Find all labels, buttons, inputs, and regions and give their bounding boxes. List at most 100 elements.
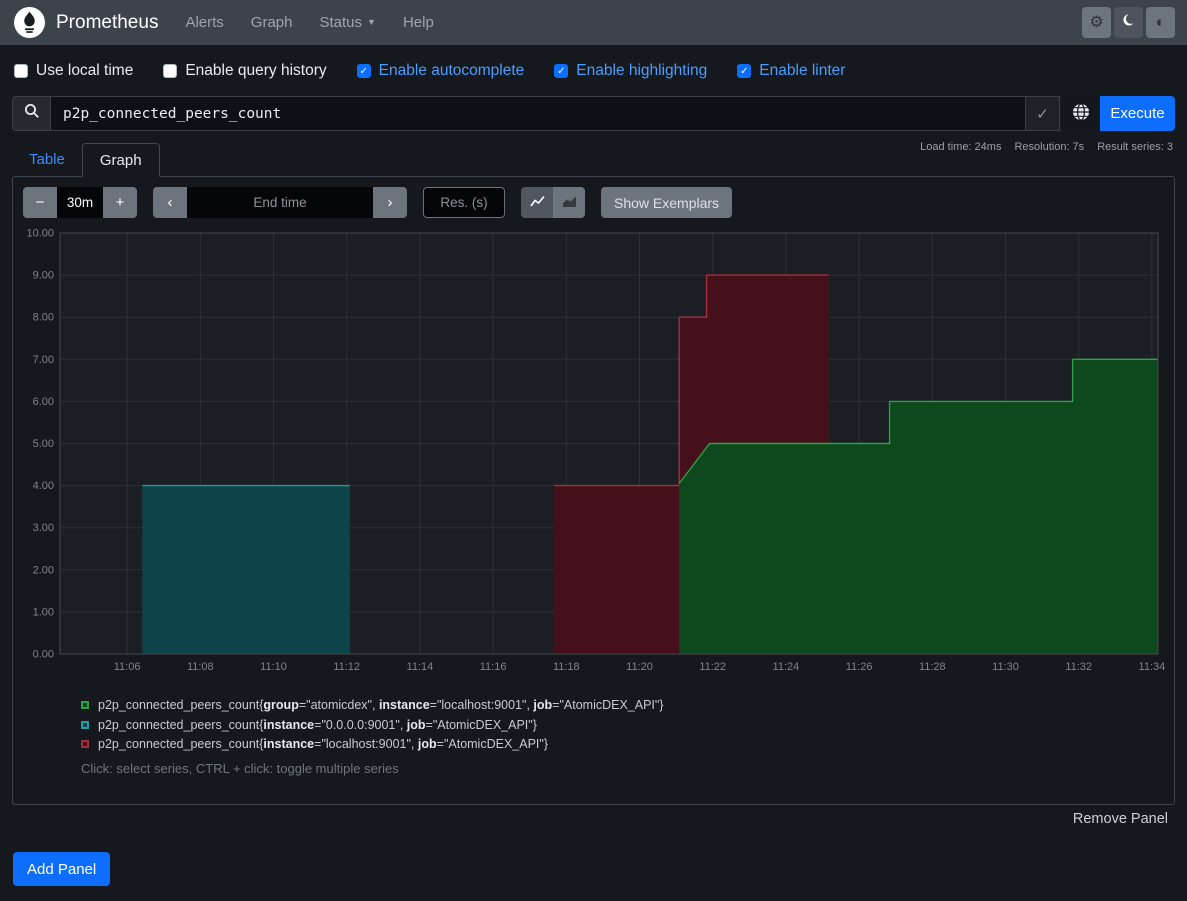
svg-text:11:10: 11:10 (260, 661, 287, 673)
contrast-icon: ◐ (1156, 15, 1166, 31)
tab-graph[interactable]: Graph (82, 143, 160, 177)
unchecked-checkbox[interactable] (14, 64, 28, 78)
nav-links: Alerts Graph Status▼ Help (185, 14, 433, 31)
legend-label: p2p_connected_peers_count{instance="loca… (98, 737, 548, 751)
svg-text:0.00: 0.00 (33, 649, 54, 661)
legend-item-1[interactable]: p2p_connected_peers_count{instance="0.0.… (81, 718, 664, 732)
option-label: Enable autocomplete (379, 62, 525, 80)
option-use-local-time[interactable]: Use local time (14, 62, 133, 80)
svg-text:11:12: 11:12 (333, 661, 360, 673)
option-label: Enable linter (759, 62, 845, 80)
svg-text:7.00: 7.00 (33, 354, 54, 366)
dark-theme-button[interactable] (1114, 7, 1143, 38)
metrics-explorer-button[interactable] (1062, 96, 1100, 131)
svg-text:3.00: 3.00 (33, 522, 54, 534)
line-chart-icon (530, 195, 545, 211)
query-input[interactable] (50, 96, 1026, 131)
gear-icon: ⚙ (1089, 15, 1103, 31)
navbar-actions: ⚙ ◐ (1082, 7, 1175, 38)
range-decrease-button[interactable]: − (23, 187, 57, 218)
range-input[interactable] (57, 187, 103, 218)
auto-theme-button[interactable]: ◐ (1146, 7, 1175, 38)
svg-text:11:18: 11:18 (553, 661, 580, 673)
settings-button[interactable]: ⚙ (1082, 7, 1111, 38)
svg-text:8.00: 8.00 (33, 312, 54, 324)
stacked-chart-toggle[interactable] (553, 187, 585, 218)
svg-text:11:26: 11:26 (846, 661, 873, 673)
option-enable-linter[interactable]: ✓ Enable linter (737, 62, 845, 80)
add-panel-button[interactable]: Add Panel (13, 852, 110, 886)
svg-text:11:16: 11:16 (480, 661, 507, 673)
query-valid-button[interactable]: ✓ (1026, 96, 1060, 131)
svg-text:11:06: 11:06 (114, 661, 141, 673)
range-increase-button[interactable]: + (103, 187, 137, 218)
time-forward-button[interactable]: › (373, 187, 407, 218)
query-bar: ✓ Execute (12, 96, 1175, 131)
series-area-1[interactable] (142, 486, 349, 654)
svg-text:4.00: 4.00 (33, 480, 54, 492)
nav-link-alerts[interactable]: Alerts (185, 14, 223, 31)
option-enable-highlighting[interactable]: ✓ Enable highlighting (554, 62, 707, 80)
end-time-control: ‹ › (153, 187, 407, 218)
chart-type-toggle (521, 187, 585, 218)
checked-checkbox[interactable]: ✓ (737, 64, 751, 78)
search-addon (12, 96, 50, 131)
legend-item-2[interactable]: p2p_connected_peers_count{instance="loca… (81, 737, 664, 751)
resolution-input[interactable] (423, 187, 505, 218)
tab-table[interactable]: Table (12, 143, 82, 177)
nav-link-graph[interactable]: Graph (251, 14, 293, 31)
globe-icon (1072, 103, 1090, 124)
option-enable-autocomplete[interactable]: ✓ Enable autocomplete (357, 62, 525, 80)
nav-link-status[interactable]: Status▼ (320, 14, 376, 31)
svg-text:5.00: 5.00 (33, 438, 54, 450)
svg-text:1.00: 1.00 (33, 606, 54, 618)
brand-link[interactable]: Prometheus (56, 12, 158, 34)
nav-link-help[interactable]: Help (403, 14, 434, 31)
query-options: Use local time Enable query history ✓ Enabl… (14, 57, 845, 85)
option-label: Use local time (36, 62, 133, 80)
y-axis-labels: 0.001.002.003.004.005.006.007.008.009.00… (26, 228, 54, 661)
search-icon (24, 103, 40, 124)
legend-swatch (81, 701, 89, 709)
time-series-chart[interactable]: 0.001.002.003.004.005.006.007.008.009.00… (21, 226, 1166, 678)
svg-text:6.00: 6.00 (33, 396, 54, 408)
result-series-stat: Result series: 3 (1097, 141, 1173, 153)
svg-text:11:28: 11:28 (919, 661, 946, 673)
time-back-button[interactable]: ‹ (153, 187, 187, 218)
legend-label: p2p_connected_peers_count{instance="0.0.… (98, 718, 537, 732)
svg-text:2.00: 2.00 (33, 564, 54, 576)
svg-text:11:24: 11:24 (773, 661, 800, 673)
option-enable-query-history[interactable]: Enable query history (163, 62, 326, 80)
check-icon: ✓ (1036, 106, 1049, 123)
checked-checkbox[interactable]: ✓ (357, 64, 371, 78)
range-control: − + (23, 187, 137, 218)
svg-text:11:20: 11:20 (626, 661, 653, 673)
svg-text:11:34: 11:34 (1139, 661, 1166, 673)
caret-down-icon: ▼ (367, 17, 376, 27)
legend-hint: Click: select series, CTRL + click: togg… (81, 761, 399, 776)
checked-checkbox[interactable]: ✓ (554, 64, 568, 78)
legend-swatch (81, 721, 89, 729)
show-exemplars-button[interactable]: Show Exemplars (601, 187, 732, 218)
unchecked-checkbox[interactable] (163, 64, 177, 78)
panel-tabs: Table Graph (12, 143, 160, 177)
legend-swatch (81, 740, 89, 748)
execute-button[interactable]: Execute (1100, 96, 1175, 131)
option-label: Enable query history (185, 62, 326, 80)
end-time-input[interactable] (187, 187, 373, 218)
moon-icon (1121, 13, 1136, 32)
svg-text:11:14: 11:14 (407, 661, 434, 673)
svg-text:11:32: 11:32 (1065, 661, 1092, 673)
stacked-chart-icon (562, 195, 577, 211)
legend-item-0[interactable]: p2p_connected_peers_count{group="atomicd… (81, 698, 664, 712)
prometheus-app: Prometheus Alerts Graph Status▼ Help ⚙ ◐ Us… (0, 0, 1187, 901)
option-label: Enable highlighting (576, 62, 707, 80)
x-axis-labels: 11:0611:0811:1011:1211:1411:1611:1811:20… (114, 661, 1166, 673)
graph-panel: − + ‹ › (12, 176, 1175, 805)
legend-label: p2p_connected_peers_count{group="atomicd… (98, 698, 664, 712)
prometheus-logo-icon[interactable] (14, 7, 45, 38)
line-chart-toggle[interactable] (521, 187, 553, 218)
svg-text:11:22: 11:22 (699, 661, 726, 673)
svg-text:11:30: 11:30 (992, 661, 1019, 673)
remove-panel-link[interactable]: Remove Panel (1073, 811, 1168, 827)
